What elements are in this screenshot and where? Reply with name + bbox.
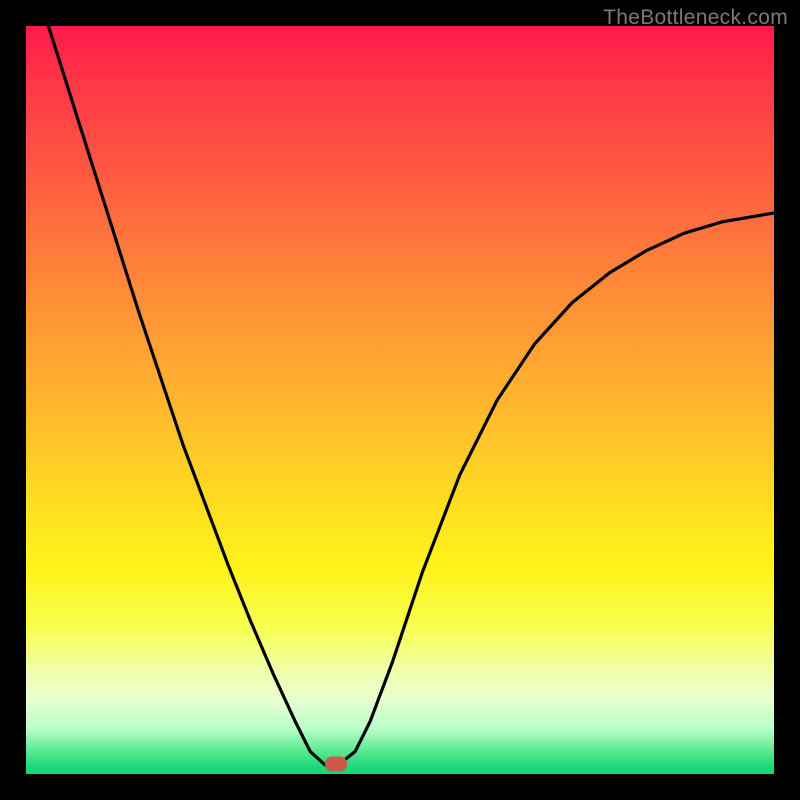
optimum-marker (325, 756, 347, 771)
bottleneck-curve (26, 26, 774, 774)
chart-plot-area (26, 26, 774, 774)
watermark-text: TheBottleneck.com (603, 6, 788, 30)
